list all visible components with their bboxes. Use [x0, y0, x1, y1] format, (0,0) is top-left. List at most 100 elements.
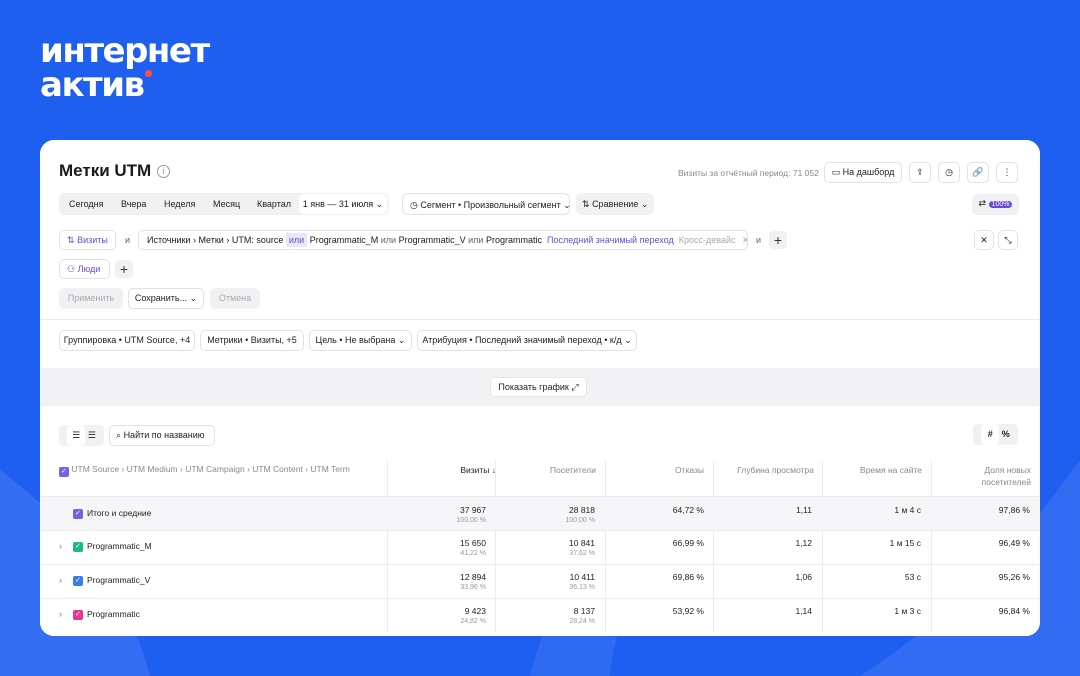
table-row[interactable]: › ✓ Programmatic 9 423 24,82 % 8 137 28,… — [40, 599, 1040, 633]
row-checkbox[interactable]: ✓ — [73, 542, 83, 552]
filter-path: Источники › Метки › UTM: source — [147, 235, 284, 245]
clock-icon: ◷ — [945, 167, 953, 177]
table-row-total[interactable]: ✓ Итого и средние 37 967 100,00 % 28 818… — [40, 496, 1040, 531]
metrics-button[interactable]: Метрики • Визиты, +5 — [200, 330, 304, 351]
row-name[interactable]: Programmatic_V — [87, 575, 150, 585]
attribution-button[interactable]: Атрибуция • Последний значимый переход •… — [417, 330, 637, 351]
bounce-value: 53,92 % — [672, 606, 704, 616]
visits-icon: ⇅ — [67, 235, 75, 245]
list-view-icon[interactable]: ☰ — [88, 430, 96, 440]
period-month[interactable]: Месяц — [213, 193, 240, 215]
header-checkbox[interactable]: ✓ — [59, 467, 69, 477]
row-checkbox[interactable]: ✓ — [73, 610, 83, 620]
report-card: Метки UTM i Визиты за отчётный период: 7… — [40, 140, 1040, 636]
chevron-right-icon[interactable]: › — [59, 575, 62, 585]
dashboard-button[interactable]: ▭ На дашборд — [824, 162, 902, 183]
table-row[interactable]: › ✓ Programmatic_V 12 894 33,96 % 10 411… — [40, 565, 1040, 599]
period-week[interactable]: Неделя — [164, 193, 195, 215]
visits-percent: 33,96 % — [460, 584, 486, 591]
time-value: 53 с — [904, 572, 921, 582]
chevron-down-icon: ⌄ — [375, 199, 384, 209]
add-people-filter-button[interactable]: + — [115, 260, 133, 278]
bounce-value: 64,72 % — [672, 505, 704, 515]
sampling-button[interactable]: ⇄ 100% — [972, 194, 1019, 215]
export-button[interactable]: ⇪ — [909, 162, 931, 183]
filter-or-3: или — [468, 235, 484, 245]
people-filter-label: Люди — [77, 264, 101, 274]
col-visits-header[interactable]: Визиты ↓ — [396, 464, 496, 476]
time-value: 1 м 4 с — [894, 505, 921, 515]
col-new-visitors-header[interactable]: Доля новых посетителей — [951, 464, 1031, 488]
comparison-selector[interactable]: ⇅ Сравнение ⌄ — [576, 193, 654, 215]
bounce-value: 66,99 % — [672, 538, 704, 548]
col-bounce-header[interactable]: Отказы — [604, 464, 704, 476]
visits-value: 9 423 — [464, 606, 486, 616]
time-value: 1 м 15 с — [889, 538, 921, 548]
collapse-icon: ⤡ — [1004, 235, 1012, 245]
new-visitors-value: 95,26 % — [998, 572, 1030, 582]
more-button[interactable]: ⋮ — [996, 162, 1018, 183]
period-today[interactable]: Сегодня — [69, 193, 104, 215]
collapse-filters-button[interactable]: ⤡ — [998, 230, 1018, 250]
visits-percent: 41,22 % — [460, 550, 486, 557]
clear-filters-button[interactable]: ✕ — [974, 230, 994, 250]
close-icon: ✕ — [980, 235, 988, 245]
save-button[interactable]: Сохранить... ⌄ — [128, 288, 204, 309]
brand-line1: интернет — [40, 31, 210, 71]
visits-value: 15 650 — [460, 538, 486, 548]
absolute-toggle[interactable]: # — [981, 424, 1000, 445]
link-button[interactable]: 🔗 — [967, 162, 989, 183]
visitors-value: 10 841 — [569, 538, 595, 548]
comparison-label: Сравнение — [592, 199, 639, 209]
col-visitors-header[interactable]: Посетители — [496, 464, 596, 476]
visits-percent: 24,82 % — [460, 618, 486, 625]
sliders-icon: ⇄ — [978, 198, 987, 208]
link-icon: 🔗 — [972, 167, 984, 177]
show-chart-button[interactable]: Показать график ⤢ — [490, 377, 587, 397]
row-name[interactable]: Programmatic — [87, 609, 140, 619]
close-icon[interactable]: ✕ — [742, 235, 747, 245]
grouping-button[interactable]: Группировка • UTM Source, +4 — [59, 330, 195, 351]
view-toggle: ☰ ☰ — [59, 425, 104, 446]
more-icon: ⋮ — [1002, 167, 1012, 177]
show-chart-label: Показать график — [498, 382, 569, 392]
history-button[interactable]: ◷ — [938, 162, 960, 183]
period-quarter[interactable]: Квартал — [257, 193, 291, 215]
chevron-right-icon[interactable]: › — [59, 541, 62, 551]
depth-value: 1,06 — [795, 572, 812, 582]
info-icon[interactable]: i — [157, 165, 170, 178]
people-filter-chip[interactable]: ⚇ Люди — [59, 259, 110, 279]
period-yesterday[interactable]: Вчера — [121, 193, 146, 215]
new-visitors-value: 97,86 % — [998, 505, 1030, 515]
col-depth-header[interactable]: Глубина просмотра — [714, 464, 814, 476]
segment-selector[interactable]: ◷ Сегмент • Произвольный сегмент ⌄ — [402, 193, 571, 215]
period-selector: Сегодня Вчера Неделя Месяц Квартал 1 янв… — [59, 193, 389, 215]
table-row[interactable]: › ✓ Programmatic_M 15 650 41,22 % 10 841… — [40, 531, 1040, 565]
metrics-label: Метрики • Визиты, +5 — [207, 335, 297, 345]
date-range-picker[interactable]: 1 янв — 31 июля ⌄ — [299, 194, 387, 214]
row-name[interactable]: Programmatic_M — [87, 541, 152, 551]
goal-button[interactable]: Цель • Не выбрана ⌄ — [309, 330, 412, 351]
col-time-header[interactable]: Время на сайте — [822, 464, 922, 476]
search-input[interactable]: ⌕ Найти по названию — [109, 425, 215, 446]
goal-label: Цель • Не выбрана — [315, 335, 396, 345]
tree-view-icon[interactable]: ☰ — [67, 425, 86, 446]
segment-icon: ◷ — [410, 200, 418, 210]
add-filter-button[interactable]: + — [769, 231, 787, 249]
upload-icon: ⇪ — [916, 167, 924, 177]
utm-filter-chip[interactable]: Источники › Метки › UTM: source или Prog… — [138, 230, 748, 250]
row-checkbox[interactable]: ✓ — [73, 509, 83, 519]
dimension-header[interactable]: ✓ UTM Source › UTM Medium › UTM Campaign… — [59, 464, 350, 477]
visitors-percent: 36,13 % — [569, 584, 595, 591]
visits-filter-chip[interactable]: ⇅ Визиты — [59, 230, 116, 250]
row-checkbox[interactable]: ✓ — [73, 576, 83, 586]
chevron-right-icon[interactable]: › — [59, 609, 62, 619]
percent-toggle[interactable]: % — [1002, 429, 1010, 439]
apply-button[interactable]: Применить — [59, 288, 123, 309]
filter-and-label: и — [125, 235, 131, 245]
visits-filter-label: Визиты — [77, 235, 108, 245]
cancel-button[interactable]: Отмена — [210, 288, 260, 309]
cancel-button-label: Отмена — [218, 293, 252, 303]
grouping-label: Группировка • UTM Source, +4 — [63, 335, 191, 345]
visits-value: 37 967 — [460, 505, 486, 515]
